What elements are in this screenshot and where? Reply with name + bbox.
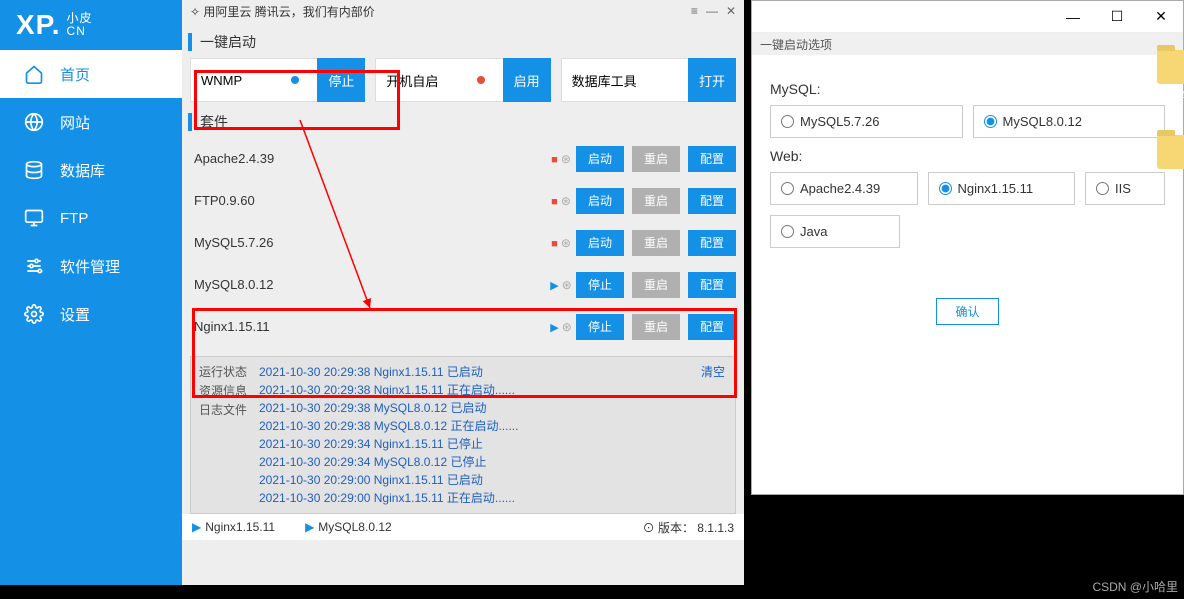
nav-software[interactable]: 软件管理 bbox=[0, 242, 182, 290]
desktop-folder-icon[interactable]: [法]力学概 1 bbox=[1150, 50, 1184, 116]
one-click-row: WNMP停止 开机自启启用 数据库工具打开 bbox=[182, 58, 744, 102]
config-button[interactable]: 配置 bbox=[688, 272, 736, 298]
status-mysql: ▶MySQL8.0.12 bbox=[305, 520, 392, 534]
nav-label: 设置 bbox=[60, 304, 90, 325]
dbtool-open-button[interactable]: 打开 bbox=[688, 58, 736, 102]
suite-row-apache: Apache2.4.39 ■ ⊛ 启动重启配置 bbox=[190, 138, 736, 180]
globe-icon bbox=[22, 112, 46, 132]
menu-icon[interactable]: ≡ bbox=[691, 4, 698, 18]
one-click-options-dialog: — ☐ ✕ 一键启动选项 MySQL: MySQL5.7.26 MySQL8.0… bbox=[751, 0, 1184, 495]
close-button[interactable]: ✕ bbox=[1139, 2, 1183, 32]
card-autostart: 开机自启 bbox=[375, 58, 503, 102]
mysql-label: MySQL: bbox=[770, 81, 1165, 97]
folder-icon bbox=[1157, 135, 1184, 169]
main-content: ✧ 用阿里云 腾讯云，我们有内部价 ≡ — ✕ 一键启动 WNMP停止 开机自启… bbox=[182, 0, 744, 585]
stop-button[interactable]: 停止 bbox=[576, 314, 624, 340]
restart-button[interactable]: 重启 bbox=[632, 314, 680, 340]
section-one-click: 一键启动 bbox=[182, 26, 744, 58]
log-area: 运行状态 资源信息 日志文件 2021-10-30 20:29:38 Nginx… bbox=[190, 356, 736, 514]
database-icon bbox=[22, 160, 46, 180]
dialog-body: MySQL: MySQL5.7.26 MySQL8.0.12 Web: Apac… bbox=[752, 55, 1183, 341]
suite-row-mysql57: MySQL5.7.26 ■ ⊛ 启动重启配置 bbox=[190, 222, 736, 264]
sidebar: XP. 小皮CN 首页 网站 数据库 FTP 软件管理 设置 bbox=[0, 0, 182, 585]
card-dbtool: 数据库工具 bbox=[561, 58, 689, 102]
status-stopped-icon: ■ ⊛ bbox=[546, 236, 576, 250]
suite-row-ftp: FTP0.9.60 ■ ⊛ 启动重启配置 bbox=[190, 180, 736, 222]
close-icon[interactable]: ✕ bbox=[726, 4, 736, 18]
radio-nginx[interactable]: Nginx1.15.11 bbox=[928, 172, 1076, 205]
log-tab[interactable]: 运行状态 bbox=[199, 363, 259, 382]
nav-label: 首页 bbox=[60, 64, 90, 85]
gear-icon bbox=[22, 304, 46, 324]
nav-home[interactable]: 首页 bbox=[0, 50, 182, 98]
log-tab[interactable]: 资源信息 bbox=[199, 382, 259, 401]
web-label: Web: bbox=[770, 148, 1165, 164]
confirm-button[interactable]: 确认 bbox=[936, 298, 998, 325]
restart-button[interactable]: 重启 bbox=[632, 146, 680, 172]
radio-java[interactable]: Java bbox=[770, 215, 900, 248]
config-button[interactable]: 配置 bbox=[688, 230, 736, 256]
suite-row-nginx: Nginx1.15.11 ▶ ⊛ 停止重启配置 bbox=[190, 306, 736, 348]
nav-label: FTP bbox=[60, 210, 88, 227]
restart-button[interactable]: 重启 bbox=[632, 272, 680, 298]
dialog-subtitle: 一键启动选项 bbox=[752, 33, 1183, 55]
watermark: CSDN @小哈里 bbox=[1092, 578, 1178, 595]
status-stopped-icon: ■ ⊛ bbox=[546, 194, 576, 208]
status-stopped-icon: ■ ⊛ bbox=[546, 152, 576, 166]
radio-mysql80[interactable]: MySQL8.0.12 bbox=[973, 105, 1166, 138]
minimize-icon[interactable]: — bbox=[706, 4, 718, 18]
config-button[interactable]: 配置 bbox=[688, 146, 736, 172]
nav-database[interactable]: 数据库 bbox=[0, 146, 182, 194]
nav-label: 网站 bbox=[60, 112, 90, 133]
radio-iis[interactable]: IIS bbox=[1085, 172, 1165, 205]
log-tabs: 运行状态 资源信息 日志文件 bbox=[199, 363, 259, 507]
statusbar: ▶Nginx1.15.11 ▶MySQL8.0.12 ⊙ 版本： 8.1.1.3 bbox=[182, 514, 744, 540]
folder-icon bbox=[1157, 50, 1184, 84]
config-button[interactable]: 配置 bbox=[688, 188, 736, 214]
window-controls: ≡ — ✕ bbox=[691, 4, 736, 18]
sliders-icon bbox=[22, 256, 46, 276]
nav-settings[interactable]: 设置 bbox=[0, 290, 182, 338]
version-info: ⊙ 版本： 8.1.1.3 bbox=[643, 519, 734, 536]
start-button[interactable]: 启动 bbox=[576, 230, 624, 256]
radio-apache[interactable]: Apache2.4.39 bbox=[770, 172, 918, 205]
desktop-folder-icon[interactable] bbox=[1150, 135, 1184, 173]
monitor-icon bbox=[22, 208, 46, 228]
start-button[interactable]: 启动 bbox=[576, 188, 624, 214]
xp-panel-window: XP. 小皮CN 首页 网站 数据库 FTP 软件管理 设置 ✧ bbox=[0, 0, 744, 585]
wnmp-stop-button[interactable]: 停止 bbox=[317, 58, 365, 102]
status-dot bbox=[291, 76, 299, 84]
titlebar: ✧ 用阿里云 腾讯云，我们有内部价 ≡ — ✕ bbox=[182, 0, 744, 22]
log-lines: 2021-10-30 20:29:38 Nginx1.15.11 已启动2021… bbox=[259, 363, 727, 507]
radio-mysql57[interactable]: MySQL5.7.26 bbox=[770, 105, 963, 138]
folder-label: [法]力学概 1 bbox=[1150, 88, 1184, 116]
start-button[interactable]: 启动 bbox=[576, 146, 624, 172]
config-button[interactable]: 配置 bbox=[688, 314, 736, 340]
status-nginx: ▶Nginx1.15.11 bbox=[192, 520, 275, 534]
section-suite: 套件 bbox=[182, 106, 744, 138]
suite-list: Apache2.4.39 ■ ⊛ 启动重启配置 FTP0.9.60 ■ ⊛ 启动… bbox=[182, 138, 744, 348]
logo: XP. 小皮CN bbox=[0, 0, 182, 50]
status-dot bbox=[477, 76, 485, 84]
nav-ftp[interactable]: FTP bbox=[0, 194, 182, 242]
suite-row-mysql80: MySQL8.0.12 ▶ ⊛ 停止重启配置 bbox=[190, 264, 736, 306]
clear-log-button[interactable]: 清空 bbox=[701, 363, 725, 380]
autostart-enable-button[interactable]: 启用 bbox=[503, 58, 551, 102]
log-tab[interactable]: 日志文件 bbox=[199, 401, 259, 420]
status-running-icon: ▶ ⊛ bbox=[546, 278, 576, 292]
card-wnmp: WNMP bbox=[190, 58, 318, 102]
promo-text[interactable]: ✧ 用阿里云 腾讯云，我们有内部价 bbox=[190, 3, 691, 20]
maximize-button[interactable]: ☐ bbox=[1095, 2, 1139, 32]
restart-button[interactable]: 重启 bbox=[632, 188, 680, 214]
nav-label: 数据库 bbox=[60, 160, 105, 181]
dialog-titlebar: — ☐ ✕ bbox=[752, 1, 1183, 33]
status-running-icon: ▶ ⊛ bbox=[546, 320, 576, 334]
stop-button[interactable]: 停止 bbox=[576, 272, 624, 298]
minimize-button[interactable]: — bbox=[1051, 2, 1095, 32]
restart-button[interactable]: 重启 bbox=[632, 230, 680, 256]
home-icon bbox=[22, 64, 46, 84]
nav-website[interactable]: 网站 bbox=[0, 98, 182, 146]
nav-label: 软件管理 bbox=[60, 256, 120, 277]
